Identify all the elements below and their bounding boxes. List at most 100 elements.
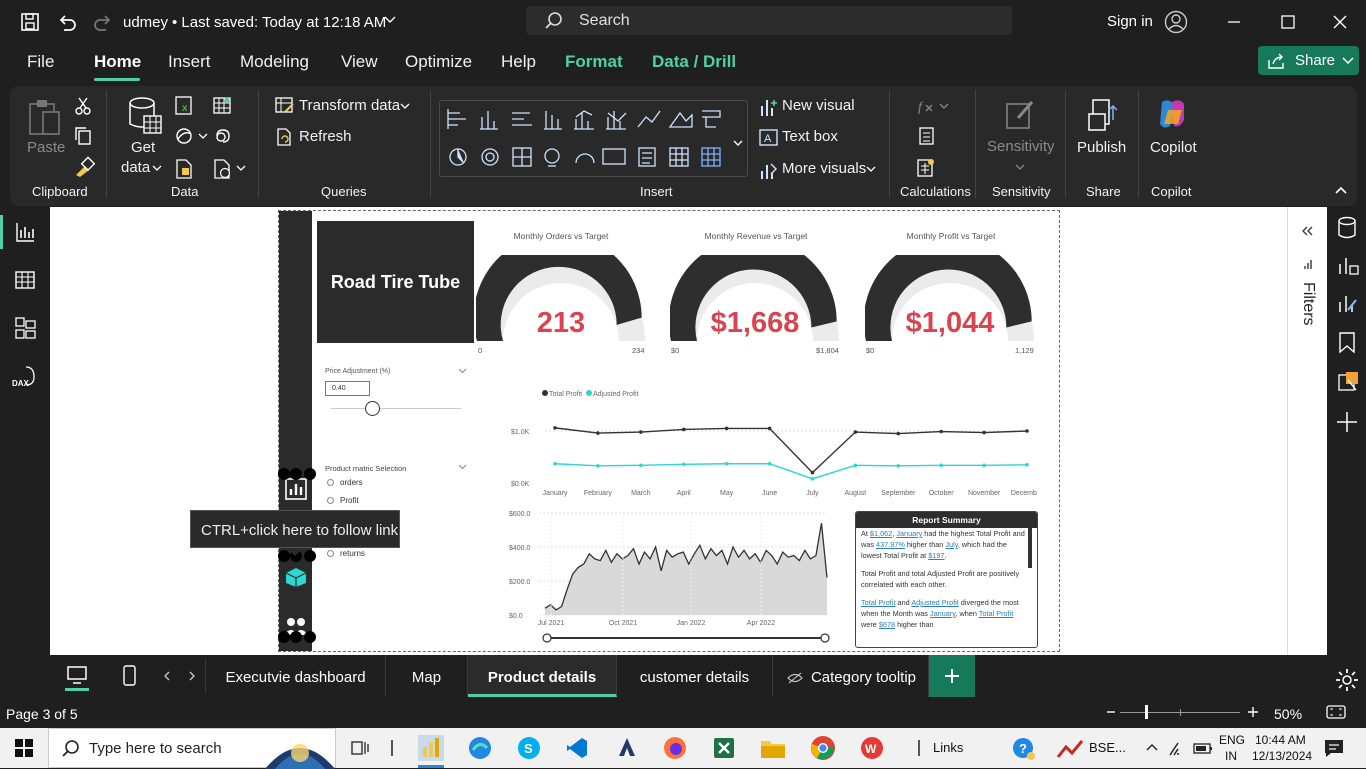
transform-data-icon[interactable] xyxy=(275,96,295,116)
tab-customer-details[interactable]: customer details xyxy=(617,655,773,697)
close-icon[interactable] xyxy=(1332,14,1348,30)
previous-page-icon[interactable] xyxy=(163,671,171,681)
add-pane-icon[interactable] xyxy=(1336,411,1358,433)
text-box-button[interactable]: Text box xyxy=(782,128,838,145)
profit-area-chart[interactable]: $600.0 $400.0 $200.0 $0.0 Jul 2021 Oct 2021 Ja… xyxy=(507,505,837,645)
copy-icon[interactable] xyxy=(73,126,93,146)
stock-ticker[interactable]: BSE... xyxy=(1089,740,1126,755)
menu-view[interactable]: View xyxy=(341,52,378,72)
menu-data-drill[interactable]: Data / Drill xyxy=(652,52,736,72)
copilot-button[interactable]: Copilot xyxy=(1150,139,1197,156)
build-visual-icon[interactable] xyxy=(1336,254,1360,278)
paste-icon[interactable] xyxy=(27,98,63,136)
report-view-icon[interactable] xyxy=(14,221,36,243)
price-slider-thumb[interactable] xyxy=(365,401,380,416)
refresh-button[interactable]: Refresh xyxy=(299,128,352,145)
transform-data-button[interactable]: Transform data xyxy=(299,97,400,114)
selection-pane-icon[interactable] xyxy=(1336,370,1360,394)
menu-file[interactable]: File xyxy=(27,52,54,72)
zoom-level[interactable]: 50% xyxy=(1274,706,1302,722)
more-visuals-button[interactable]: More visuals xyxy=(782,160,866,177)
power-bi-icon[interactable] xyxy=(418,735,444,761)
sql-server-icon[interactable] xyxy=(174,126,194,146)
radio-returns[interactable] xyxy=(327,550,334,557)
bookmark-icon[interactable] xyxy=(1337,331,1357,355)
show-hidden-icons-icon[interactable] xyxy=(1145,742,1159,752)
chevron-down-icon[interactable] xyxy=(458,368,467,374)
publish-icon[interactable] xyxy=(1085,96,1121,134)
menu-format[interactable]: Format xyxy=(565,52,623,72)
menu-help[interactable]: Help xyxy=(501,52,536,72)
chevron-down-icon[interactable] xyxy=(198,133,208,140)
more-visuals-icon[interactable] xyxy=(758,159,780,181)
links-toolbar[interactable]: Links xyxy=(933,740,963,755)
next-page-icon[interactable] xyxy=(188,671,196,681)
dataverse-icon[interactable] xyxy=(212,126,234,146)
zoom-out-icon[interactable] xyxy=(1106,707,1116,717)
chevron-down-icon[interactable] xyxy=(458,464,467,470)
text-box-icon[interactable]: A xyxy=(758,127,780,149)
maximize-icon[interactable] xyxy=(1280,14,1296,30)
tab-map[interactable]: Map xyxy=(386,655,468,697)
price-slider-track[interactable] xyxy=(331,408,461,409)
minimize-icon[interactable] xyxy=(1226,14,1242,30)
fit-to-page-icon[interactable] xyxy=(1326,705,1346,719)
radio-orders[interactable] xyxy=(327,479,334,486)
clock-date[interactable]: 12/13/2024 xyxy=(1252,749,1312,763)
stock-trend-icon[interactable] xyxy=(1056,737,1086,761)
taskbar-search[interactable]: Type here to search xyxy=(48,728,336,769)
format-visual-icon[interactable] xyxy=(1336,292,1360,316)
chevron-down-icon[interactable] xyxy=(866,166,876,173)
tab-executive-dashboard[interactable]: Executvie dashboard xyxy=(206,655,386,697)
radio-profit[interactable] xyxy=(327,497,334,504)
search-input[interactable]: Search xyxy=(526,6,1012,35)
user-avatar-icon[interactable] xyxy=(1164,10,1188,34)
battery-icon[interactable] xyxy=(1192,739,1214,757)
refresh-schedule-icon[interactable] xyxy=(212,158,234,180)
refresh-icon[interactable] xyxy=(275,127,295,147)
tab-product-details[interactable]: Product details xyxy=(468,655,617,697)
notifications-icon[interactable] xyxy=(1323,738,1345,758)
menu-home[interactable]: Home xyxy=(94,52,141,72)
file-name[interactable]: udmey xyxy=(123,14,168,31)
firefox-icon[interactable] xyxy=(663,736,687,760)
tab-category-tooltip[interactable]: Category tooltip xyxy=(773,655,929,697)
zoom-in-icon[interactable] xyxy=(1247,706,1259,718)
get-data-icon[interactable] xyxy=(126,96,164,136)
chevron-down-icon[interactable] xyxy=(400,103,410,110)
model-view-icon[interactable] xyxy=(14,316,36,340)
share-button[interactable]: Share xyxy=(1258,46,1359,75)
settings-gear-icon[interactable] xyxy=(1334,667,1360,693)
new-measure-icon[interactable]: f xyxy=(916,96,952,116)
copilot-icon[interactable] xyxy=(1154,96,1192,134)
selection-handles[interactable] xyxy=(278,467,318,481)
skype-icon[interactable]: S xyxy=(517,736,541,760)
selection-handles[interactable] xyxy=(278,630,318,644)
new-visual-button[interactable]: New visual xyxy=(782,97,855,114)
profit-line-chart[interactable]: Total Profit Adjusted Profit $1.0K $0.0K Jan… xyxy=(507,381,1037,501)
language-indicator-2[interactable]: IN xyxy=(1225,749,1237,763)
dax-query-view-icon[interactable]: DAX xyxy=(12,365,38,389)
zoom-slider-thumb[interactable] xyxy=(1145,705,1148,719)
collapse-ribbon-icon[interactable] xyxy=(1334,185,1348,195)
wps-icon[interactable]: W xyxy=(860,736,884,760)
language-indicator-1[interactable]: ENG xyxy=(1219,733,1245,747)
desktop-layout-button[interactable] xyxy=(50,655,103,697)
option-returns[interactable]: returns xyxy=(340,549,365,558)
chevron-down-icon[interactable] xyxy=(236,165,246,172)
sign-in-link[interactable]: Sign in xyxy=(1107,13,1153,30)
box-nav-icon[interactable] xyxy=(282,565,310,589)
publish-button[interactable]: Publish xyxy=(1077,139,1126,156)
sensitivity-icon[interactable] xyxy=(1004,96,1038,132)
task-view-icon[interactable] xyxy=(350,738,370,758)
data-pane-icon[interactable] xyxy=(1336,216,1358,240)
expand-filters-icon[interactable] xyxy=(1301,225,1313,237)
chrome-icon[interactable] xyxy=(810,735,836,761)
quick-measure-icon[interactable] xyxy=(918,126,936,146)
filters-pane[interactable]: Filters xyxy=(1287,207,1327,655)
save-icon[interactable] xyxy=(20,12,40,32)
help-icon[interactable]: ? xyxy=(1012,737,1036,761)
clock-time[interactable]: 10:44 AM xyxy=(1255,733,1306,747)
windows-start-icon[interactable] xyxy=(15,739,33,757)
table-view-icon[interactable] xyxy=(14,269,36,291)
